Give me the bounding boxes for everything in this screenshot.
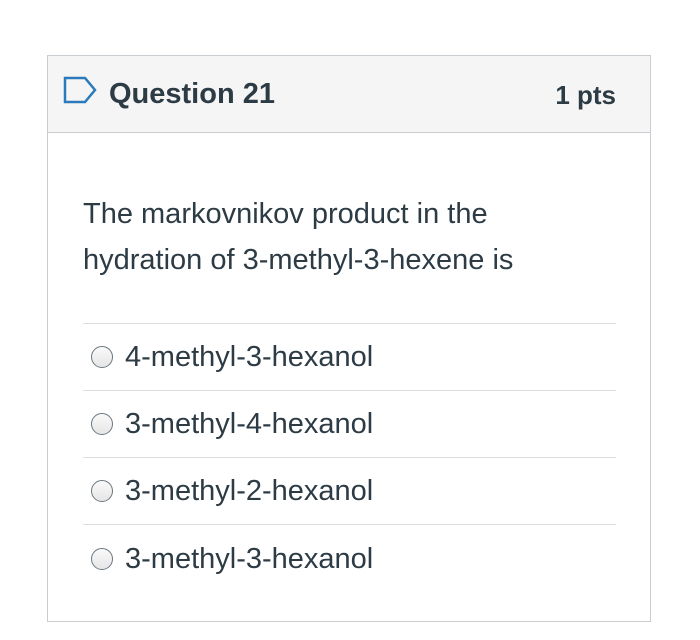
radio-button[interactable] [91, 413, 113, 435]
radio-button[interactable] [91, 480, 113, 502]
answer-list: 4-methyl-3-hexanol 3-methyl-4-hexanol 3-… [83, 323, 616, 592]
question-card: Question 21 1 pts The markovnikov produc… [47, 55, 651, 622]
question-points: 1 pts [555, 80, 616, 110]
answer-label: 3-methyl-4-hexanol [125, 408, 374, 440]
radio-button[interactable] [91, 346, 113, 368]
question-body: The markovnikov product in the hydration… [48, 191, 650, 592]
radio-button[interactable] [91, 547, 113, 570]
answer-label: 3-methyl-3-hexanol [125, 542, 374, 575]
question-text: The markovnikov product in the hydration… [83, 198, 514, 276]
answer-option[interactable]: 3-methyl-2-hexanol [83, 458, 616, 525]
flag-icon[interactable] [63, 76, 97, 104]
question-header: Question 21 1 pts [48, 56, 650, 133]
answer-label: 3-methyl-2-hexanol [125, 475, 374, 507]
answer-option[interactable]: 3-methyl-3-hexanol [83, 525, 616, 592]
answer-option[interactable]: 4-methyl-3-hexanol [83, 324, 616, 391]
answer-label: 4-methyl-3-hexanol [125, 341, 374, 373]
answer-option[interactable]: 3-methyl-4-hexanol [83, 391, 616, 458]
question-title: Question 21 [109, 78, 275, 110]
